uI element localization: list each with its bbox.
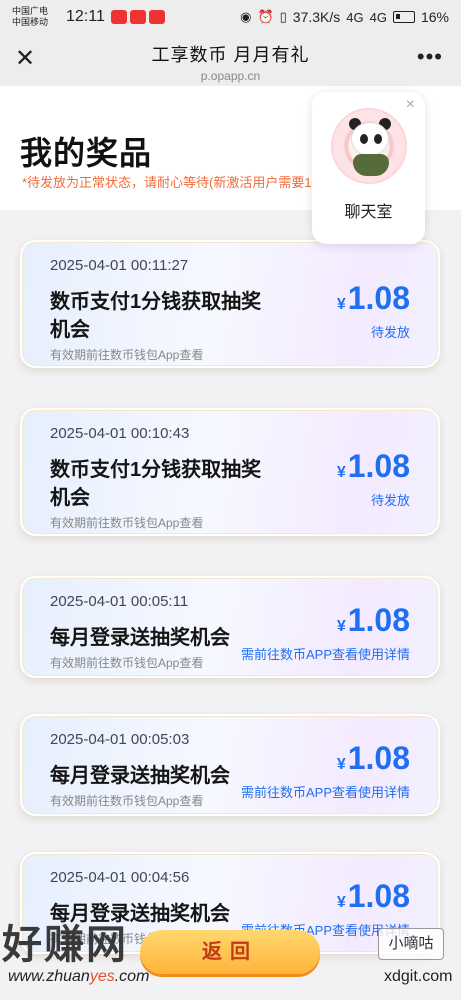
watermark-url-part: .com (114, 968, 150, 985)
signal-2: 4G (369, 9, 387, 25)
status-right: ◉ ⏰ ▯ 37.3K/s 4G 4G 16% (240, 9, 449, 25)
currency-symbol: ¥ (336, 894, 346, 911)
prize-amount: ¥1.08 (337, 280, 410, 317)
prize-card[interactable]: 2025-04-01 00:05:03 每月登录送抽奖机会 有效期前往数币钱包A… (20, 714, 440, 816)
prize-date: 2025-04-01 00:10:43 (50, 425, 190, 442)
status-app-icons (110, 10, 165, 24)
nav-url: p.opapp.cn (200, 69, 261, 83)
prize-title-line: 机会 (50, 319, 90, 341)
nav-title: 工享数币 月月有礼 (151, 45, 310, 65)
prize-status: 需前往数币APP查看使用详情 (240, 647, 410, 662)
status-bar: 中国广电 中国移动 12:11 ◉ ⏰ ▯ 37.3K/s 4G 4G 16% (0, 0, 461, 34)
prize-amount-value: 1.08 (347, 280, 410, 316)
watermark-url: www.zhuanyes.com (8, 968, 149, 986)
prize-card[interactable]: 2025-04-01 00:10:43 数币支付1分钱获取抽奖 机会 有效期前往… (20, 408, 440, 536)
prize-title-line: 数币支付1分钱获取抽奖 (50, 291, 262, 313)
prize-title: 数币支付1分钱获取抽奖 机会 (50, 456, 261, 512)
alarm-icon: ⏰ (257, 9, 274, 24)
prize-date: 2025-04-01 00:11:27 (50, 257, 189, 274)
vibrate-icon: ▯ (279, 9, 287, 24)
network-speed: 37.3K/s (292, 9, 341, 25)
status-time: 12:11 (66, 8, 105, 25)
app-notification-icon (110, 10, 127, 24)
watermark-url-part: www.zhuan (8, 968, 90, 985)
currency-symbol: ¥ (336, 618, 346, 635)
prize-amount-value: 1.08 (347, 602, 410, 638)
prize-title-line: 机会 (50, 487, 90, 509)
chat-room-widget[interactable]: × 聊天室 (312, 92, 425, 244)
chat-close-icon[interactable]: × (406, 96, 415, 114)
currency-symbol: ¥ (336, 296, 346, 313)
back-button[interactable]: 返回 (140, 930, 320, 974)
watermark-right-logo: 小嘀咕 (378, 928, 444, 960)
prize-validity: 有效期前往数币钱包App查看 (50, 348, 204, 362)
watermark-site-logo: 好赚网 (2, 923, 128, 967)
panda-eye (373, 134, 382, 144)
carrier-2: 中国移动 (12, 17, 49, 27)
close-icon[interactable]: ✕ (12, 46, 38, 72)
prize-date: 2025-04-01 00:04:56 (50, 869, 190, 886)
prize-status: 需前往数币APP查看使用详情 (240, 785, 410, 800)
app-notification-icon (148, 10, 165, 24)
more-icon[interactable]: ••• (417, 44, 443, 70)
panda-eye (359, 134, 368, 144)
nav-bar: ✕ 工享数币 月月有礼 p.opapp.cn ••• (0, 34, 461, 86)
prize-amount-value: 1.08 (347, 878, 410, 914)
currency-symbol: ¥ (336, 464, 346, 481)
prize-date: 2025-04-01 00:05:11 (50, 593, 189, 610)
prize-title-line: 数币支付1分钱获取抽奖 (50, 459, 262, 481)
prize-title: 每月登录送抽奖机会 (50, 765, 230, 787)
prize-amount: ¥1.08 (337, 602, 410, 639)
watermark-url-part: yes (89, 968, 115, 985)
currency-symbol: ¥ (336, 756, 346, 773)
prize-validity: 有效期前往数币钱包App查看 (50, 656, 204, 670)
prize-status: 待发放 (370, 493, 410, 508)
page-notice: *待发放为正常状态，请耐心等待(新激活用户需要1-3天) (22, 175, 341, 190)
prize-validity: 有效期前往数币钱包App查看 (50, 516, 204, 530)
chat-room-label[interactable]: 聊天室 (312, 198, 425, 222)
signal-1: 4G (346, 9, 364, 25)
prize-amount: ¥1.08 (337, 448, 410, 485)
prize-date: 2025-04-01 00:05:03 (50, 731, 190, 748)
prize-status: 待发放 (370, 325, 410, 340)
prize-title: 每月登录送抽奖机会 (50, 627, 230, 649)
prize-amount: ¥1.08 (337, 740, 410, 777)
panda-face (350, 122, 389, 156)
battery-icon (392, 11, 415, 23)
prize-amount-value: 1.08 (347, 740, 410, 776)
eye-icon: ◉ (240, 9, 252, 24)
app-notification-icon (129, 10, 146, 24)
panda-avatar-icon[interactable] (330, 108, 407, 184)
prize-card[interactable]: 2025-04-01 00:11:27 数币支付1分钱获取抽奖 机会 有效期前往… (20, 240, 440, 368)
battery-level: 16% (420, 9, 449, 25)
carriers: 中国广电 中国移动 (12, 6, 62, 28)
prize-title: 数币支付1分钱获取抽奖 机会 (50, 288, 261, 344)
prize-amount-value: 1.08 (347, 448, 410, 484)
carrier-1: 中国广电 (12, 6, 49, 16)
prize-amount: ¥1.08 (337, 878, 410, 915)
page-title: 我的奖品 (20, 135, 153, 171)
prize-card[interactable]: 2025-04-01 00:05:11 每月登录送抽奖机会 有效期前往数币钱包A… (20, 576, 440, 678)
prize-validity: 有效期前往数币钱包App查看 (50, 794, 204, 808)
panda-body (352, 154, 389, 176)
watermark-right-url: xdgit.com (384, 968, 453, 985)
